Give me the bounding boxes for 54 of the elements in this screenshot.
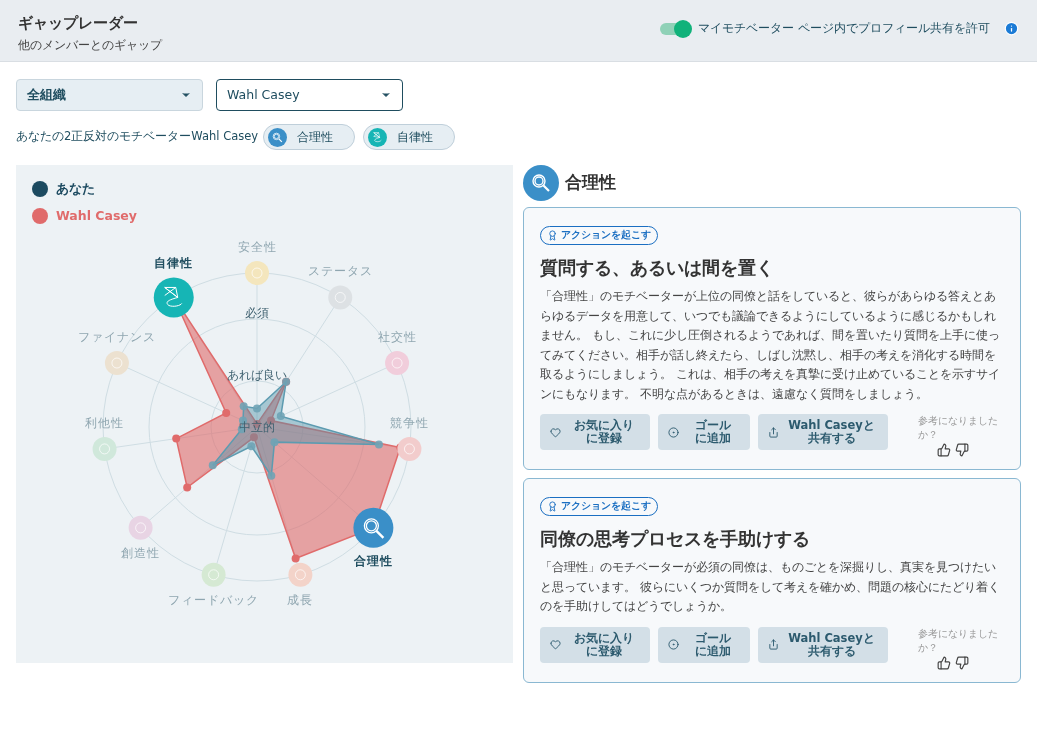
axis-label: ステータス [307,264,373,279]
ribbon-icon [547,501,558,512]
legend-label: あなた [56,180,95,198]
action-button[interactable]: お気に入り に登録 [540,414,650,450]
feedback-question: 参考になりましたか？ [918,626,999,655]
heart-icon [550,426,561,438]
thumbs-up-icon[interactable] [937,655,951,670]
motivator-icon[interactable] [397,436,422,461]
share-icon [768,426,779,438]
thumbs-down-icon[interactable] [955,443,969,457]
toggle-label: マイモチベーター ページ内でプロフィール共有を許可 [698,20,990,37]
share-icon [768,639,779,650]
axis-label: ファイナンス [77,330,156,345]
motivator-chip[interactable]: 合理性 [263,124,356,150]
axis-label: 創造性 [121,545,161,560]
axis-label: フィードバック [168,592,260,607]
axis-label: 利他性 [85,415,125,430]
axis-label: 成長 [287,592,314,607]
ring-label: 必須 [245,306,269,320]
dropdown[interactable]: Wahl Casey [216,79,403,111]
page-subtitle: 他のメンバーとのギャップ [18,36,162,54]
axis-label: 自律性 [154,256,194,271]
heart-icon [550,639,561,650]
action-button[interactable]: ゴール に追加 [658,626,750,663]
action-button[interactable]: Wahl Caseyと 共有する [758,414,888,450]
thumbs-up-icon[interactable] [937,443,951,457]
target-icon [668,426,679,438]
card-title: 同僚の思考プロセスを手助けする [540,527,811,551]
opposites-text: あなたの2正反対のモチベーターWahl Casey [16,128,259,146]
feedback-question: 参考になりましたか？ [918,414,999,442]
action-button[interactable]: お気に入り に登録 [540,626,650,663]
card-body: 「合理性」のモチベーターが必須の同僚は、ものごとを深掘りし、真実を見つけたいと思っています。 彼らにいくつか質問をして考えを確かめ、問題の核心にたどり着くのを手助けしてはどうでしょうか。 [540,559,1001,615]
card-title: 質問する、あるいは間を置く [540,256,775,280]
dropdown[interactable]: 全組織 [16,79,203,111]
motivator-icon[interactable] [353,507,394,548]
ring-label: 中立的 [239,420,275,434]
ribbon-icon [547,230,558,241]
action-button[interactable]: Wahl Caseyと 共有する [758,626,888,663]
thumbs-down-icon[interactable] [955,655,969,670]
card-body: 「合理性」のモチベーターが上位の同僚と話をしていると、彼らがあらゆる答えとあらゆるデータを用意して、いつでも議論できるようにしているように感じるかもしれません。 もし、これに少し圧倒されるようであれば、間を置いたり質問を上手に使ってみてください。相手が話し終えたら、しばし沈黙し、相手の考えを消化する時間を取るようにしましょう。 これは、相手の考えを真摯に受け止めていることを示すサインにもなります。 不明な点があるときは、遠慮なく質問をしましょう。 [540,288,1001,403]
share-toggle[interactable] [660,22,691,35]
legend-label: Wahl Casey [56,206,137,225]
info-icon[interactable] [1004,21,1019,37]
axis-label: 安全性 [237,240,277,254]
target-icon [668,639,679,650]
motivator-chip[interactable]: 自律性 [363,124,456,150]
motivator-icon[interactable] [153,277,194,318]
axis-label: 社交性 [377,330,417,345]
axis-label: 合理性 [353,553,393,568]
action-button[interactable]: ゴール に追加 [658,414,750,450]
ring-label: あれば良い [227,368,287,382]
section-title: 合理性 [565,171,616,195]
axis-label: 競争性 [389,415,429,430]
page-title: ギャップレーダー [18,13,139,34]
